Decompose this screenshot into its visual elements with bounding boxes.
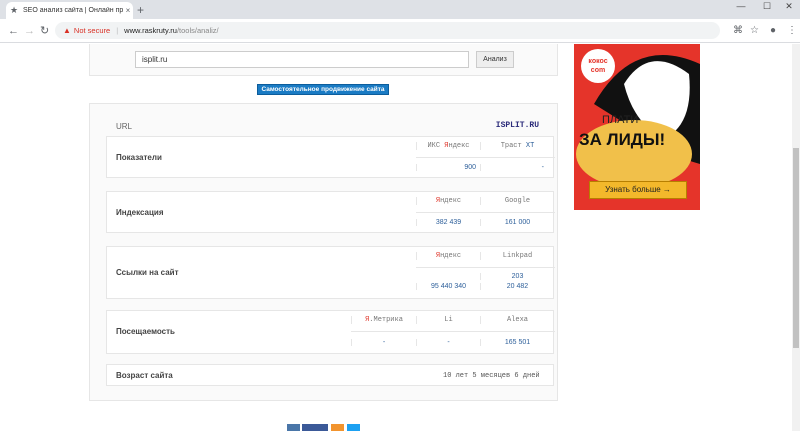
- close-tab-icon[interactable]: ×: [123, 6, 133, 15]
- tab-title: SEO анализ сайта | Онлайн про...: [23, 7, 123, 14]
- ad-learn-more-button[interactable]: Узнать больше →: [589, 181, 687, 199]
- backlinks-block: Ссылки на сайт Яндекс Linkpad 95 440 340…: [106, 246, 555, 299]
- url-value: ISPLIT.RU: [495, 121, 539, 130]
- row-divider: [416, 212, 555, 213]
- linkpad-links-value: 20 482: [480, 283, 554, 290]
- trust-value: -: [480, 164, 554, 171]
- url-host: www.raskruty.ru: [124, 26, 177, 35]
- analyze-button[interactable]: Анализ: [476, 51, 514, 68]
- row-divider: [416, 157, 555, 158]
- yandex-metrika-header: Я.Метрика: [351, 316, 416, 324]
- iks-value: 900: [416, 164, 480, 171]
- star-favicon-icon: ★: [10, 5, 19, 15]
- url-path: /tools/analiz/: [176, 26, 219, 35]
- liveinternet-value: -: [416, 339, 480, 346]
- forward-arrow-icon[interactable]: →: [24, 24, 35, 38]
- indexing-block: Индексация Яндекс Google 382 439 161 000: [106, 191, 555, 233]
- alexa-header: Alexa: [480, 316, 554, 324]
- close-window-icon[interactable]: ✕: [778, 0, 800, 13]
- new-tab-button[interactable]: +: [137, 3, 144, 17]
- liveinternet-header: Li: [416, 316, 480, 324]
- traffic-block: Посещаемость Я.Метрика Li Alexa - - 165 …: [106, 310, 555, 354]
- self-promotion-button[interactable]: Самостоятельное продвижение сайта: [257, 84, 389, 95]
- indicators-label: Показатели: [116, 153, 162, 162]
- maximize-icon[interactable]: ☐: [756, 0, 778, 13]
- ad-headline-1: ПЛАТИ: [602, 114, 639, 126]
- address-separator: |: [116, 26, 119, 35]
- site-age-value: 10 лет 5 месяцев 6 дней: [443, 372, 540, 380]
- site-url-input[interactable]: isplit.ru: [135, 51, 469, 68]
- ad-banner[interactable]: кокос com ПЛАТИ ЗА ЛИДЫ! Узнать больше →: [574, 44, 700, 210]
- account-icon[interactable]: ●: [770, 24, 776, 38]
- translate-icon[interactable]: ⌘: [733, 24, 743, 38]
- page-scrollbar[interactable]: [792, 44, 800, 431]
- minimize-icon[interactable]: —: [730, 0, 752, 13]
- twitter-share-icon[interactable]: [347, 424, 360, 431]
- search-panel: isplit.ru Анализ: [89, 44, 558, 76]
- facebook-share-icon[interactable]: [302, 424, 328, 431]
- google-index-header: Google: [480, 197, 554, 205]
- google-index-value: 161 000: [480, 219, 554, 226]
- iks-yandex-header: ИКС Яндекс: [416, 142, 480, 150]
- address-bar[interactable]: ▲ Not secure | www.raskruty.ru /tools/an…: [55, 22, 720, 39]
- yandex-index-value: 382 439: [416, 219, 480, 226]
- reload-icon[interactable]: ↻: [40, 24, 49, 38]
- bookmark-star-icon[interactable]: ☆: [750, 24, 759, 38]
- odnoklassniki-share-icon[interactable]: [331, 424, 344, 431]
- indexing-label: Индексация: [116, 208, 164, 217]
- linkpad-domains-value: 203: [480, 273, 554, 280]
- browser-toolbar: ← → ↻ ▲ Not secure | www.raskruty.ru /to…: [0, 19, 800, 43]
- yandex-index-header: Яндекс: [416, 197, 480, 205]
- results-panel: URL ISPLIT.RU Показатели ИКС Яндекс Трас…: [89, 103, 558, 401]
- site-age-block: Возраст сайта 10 лет 5 месяцев 6 дней: [106, 364, 554, 386]
- scrollbar-thumb[interactable]: [793, 148, 799, 348]
- url-label: URL: [116, 122, 133, 131]
- row-divider: [351, 331, 555, 332]
- row-divider: [416, 267, 555, 268]
- site-age-label: Возраст сайта: [116, 371, 173, 380]
- ad-headline-2: ЗА ЛИДЫ!: [579, 130, 666, 149]
- trust-xt-header: Траст XT: [480, 142, 554, 150]
- menu-kebab-icon[interactable]: ⋮: [787, 24, 797, 38]
- traffic-label: Посещаемость: [116, 327, 175, 336]
- backlinks-label: Ссылки на сайт: [116, 268, 179, 277]
- warning-icon: ▲: [63, 26, 71, 35]
- indicators-block: Показатели ИКС Яндекс Траст XT 900 -: [106, 136, 555, 178]
- yandex-links-header: Яндекс: [416, 252, 480, 260]
- metrika-value: -: [351, 339, 416, 346]
- alexa-value: 165 501: [480, 339, 554, 346]
- browser-tab[interactable]: ★ SEO анализ сайта | Онлайн про... ×: [6, 2, 133, 19]
- vk-share-icon[interactable]: [287, 424, 300, 431]
- linkpad-header: Linkpad: [480, 252, 554, 260]
- yandex-links-value: 95 440 340: [416, 283, 480, 290]
- kokos-logo: кокос com: [581, 49, 615, 83]
- tab-bar: ★ SEO анализ сайта | Онлайн про... × + —…: [0, 0, 800, 19]
- back-arrow-icon[interactable]: ←: [8, 24, 19, 38]
- not-secure-label[interactable]: Not secure: [74, 26, 110, 35]
